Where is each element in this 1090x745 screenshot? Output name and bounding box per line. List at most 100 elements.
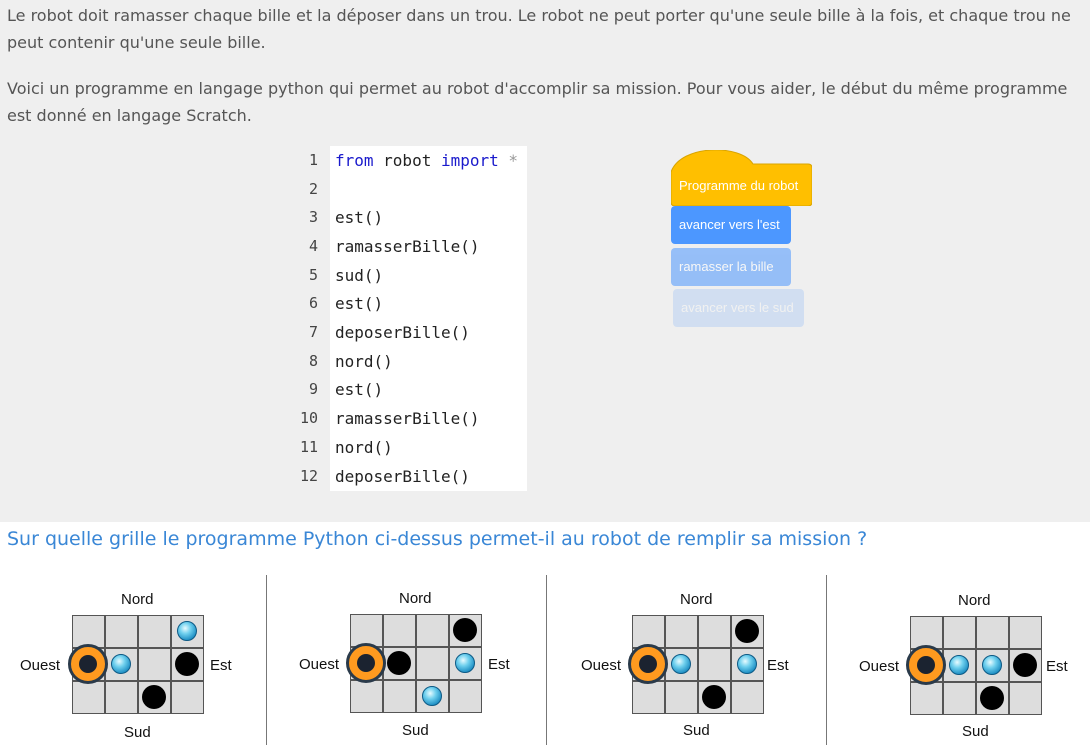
- label-ouest: Ouest: [581, 657, 622, 674]
- grid-cell: [138, 648, 171, 681]
- grid-cell: [105, 681, 138, 714]
- label-ouest: Ouest: [859, 658, 900, 675]
- code-line: 3 est(): [290, 203, 527, 232]
- hole: [702, 685, 726, 709]
- label-ouest: Ouest: [299, 656, 340, 673]
- grid-cell: [416, 647, 449, 680]
- line-number: 4: [308, 237, 318, 255]
- label-est: Est: [1046, 658, 1068, 675]
- line-number: 1: [308, 151, 318, 169]
- marble: [671, 654, 691, 674]
- line-number: 10: [299, 409, 318, 427]
- hole: [1013, 653, 1037, 677]
- answer-option-b[interactable]: Nord Ouest Est Sud: [279, 575, 557, 745]
- code-text: nord(): [335, 352, 393, 371]
- label-est: Est: [488, 656, 510, 673]
- label-nord: Nord: [680, 591, 713, 608]
- line-number: 3: [308, 208, 318, 226]
- grid-cell: [105, 615, 138, 648]
- label-sud: Sud: [124, 724, 151, 741]
- code-text: nord(): [335, 438, 393, 457]
- marble: [737, 654, 757, 674]
- robot-icon: [628, 644, 668, 684]
- hole: [735, 619, 759, 643]
- instructions-panel: Le robot doit ramasser chaque bille et l…: [0, 0, 1090, 522]
- marble: [455, 653, 475, 673]
- code-line: 9 est(): [290, 375, 527, 404]
- label-nord: Nord: [958, 592, 991, 609]
- marble: [422, 686, 442, 706]
- grid-cell: [383, 614, 416, 647]
- answer-option-c[interactable]: Nord Ouest Est Sud: [561, 575, 839, 745]
- label-nord: Nord: [121, 591, 154, 608]
- scratch-hat-block: Programme du robot: [671, 150, 812, 206]
- line-number: 7: [308, 323, 318, 341]
- hole: [980, 686, 1004, 710]
- intro-paragraph-2: Voici un programme en langage python qui…: [7, 79, 1068, 125]
- robot-icon: [906, 645, 946, 685]
- code-line: 10 ramasserBille(): [290, 404, 527, 433]
- grid-cell: [1009, 616, 1042, 649]
- grid-cell: [383, 680, 416, 713]
- answer-option-d[interactable]: Nord Ouest Est Sud: [840, 575, 1090, 745]
- code-line: 4 ramasserBille(): [290, 232, 527, 261]
- grid-cell: [1009, 682, 1042, 715]
- grid-cell: [698, 648, 731, 681]
- code-text: deposerBille(): [335, 323, 470, 342]
- grid-cell: [138, 615, 171, 648]
- code-text: deposerBille(): [335, 467, 470, 486]
- answer-option-a[interactable]: Nord Ouest Est Sud: [0, 575, 278, 745]
- code-line: 2: [290, 175, 527, 204]
- robot-icon: [68, 644, 108, 684]
- label-sud: Sud: [683, 722, 710, 739]
- marble: [111, 654, 131, 674]
- line-number: 2: [308, 180, 318, 198]
- marble: [982, 655, 1002, 675]
- hole: [453, 618, 477, 642]
- grid-cell: [350, 680, 383, 713]
- grid-cell: [698, 615, 731, 648]
- code-text: ramasserBille(): [335, 237, 480, 256]
- code-line: 12 deposerBille(): [290, 462, 527, 491]
- label-est: Est: [767, 657, 789, 674]
- grid-cell: [910, 682, 943, 715]
- grid-cell: [943, 616, 976, 649]
- code-text: from robot import *: [335, 151, 519, 170]
- grid-cell: [665, 681, 698, 714]
- code-line: 5 sud(): [290, 261, 527, 290]
- grid-cell: [449, 680, 482, 713]
- label-ouest: Ouest: [20, 657, 61, 674]
- label-est: Est: [210, 657, 232, 674]
- grid-cell: [665, 615, 698, 648]
- grid-cell: [731, 681, 764, 714]
- hole: [387, 651, 411, 675]
- robot-icon: [346, 643, 386, 683]
- marble: [177, 621, 197, 641]
- hole: [175, 652, 199, 676]
- scratch-block-south: avancer vers le sud: [673, 289, 804, 327]
- marble: [949, 655, 969, 675]
- code-line: 1 from robot import *: [290, 146, 527, 175]
- grid-cell: [72, 681, 105, 714]
- question-heading: Sur quelle grille le programme Python ci…: [7, 528, 868, 550]
- code-text: est(): [335, 294, 384, 313]
- label-nord: Nord: [399, 590, 432, 607]
- grid-cell: [943, 682, 976, 715]
- code-text: ramasserBille(): [335, 409, 480, 428]
- code-line: 11 nord(): [290, 433, 527, 462]
- code-text: sud(): [335, 266, 384, 285]
- grid-cell: [976, 616, 1009, 649]
- scratch-block-pick: ramasser la bille: [671, 248, 791, 286]
- grid-cell: [171, 681, 204, 714]
- scratch-block-east: avancer vers l'est: [671, 206, 791, 244]
- grid-cell: [632, 681, 665, 714]
- code-text: est(): [335, 380, 384, 399]
- line-number: 12: [299, 467, 318, 485]
- hole: [142, 685, 166, 709]
- scratch-hat-label: Programme du robot: [679, 178, 799, 193]
- line-number: 8: [308, 352, 318, 370]
- intro-paragraph-1: Le robot doit ramasser chaque bille et l…: [7, 6, 1071, 52]
- code-text: est(): [335, 208, 384, 227]
- grid-cell: [416, 614, 449, 647]
- label-sud: Sud: [962, 723, 989, 740]
